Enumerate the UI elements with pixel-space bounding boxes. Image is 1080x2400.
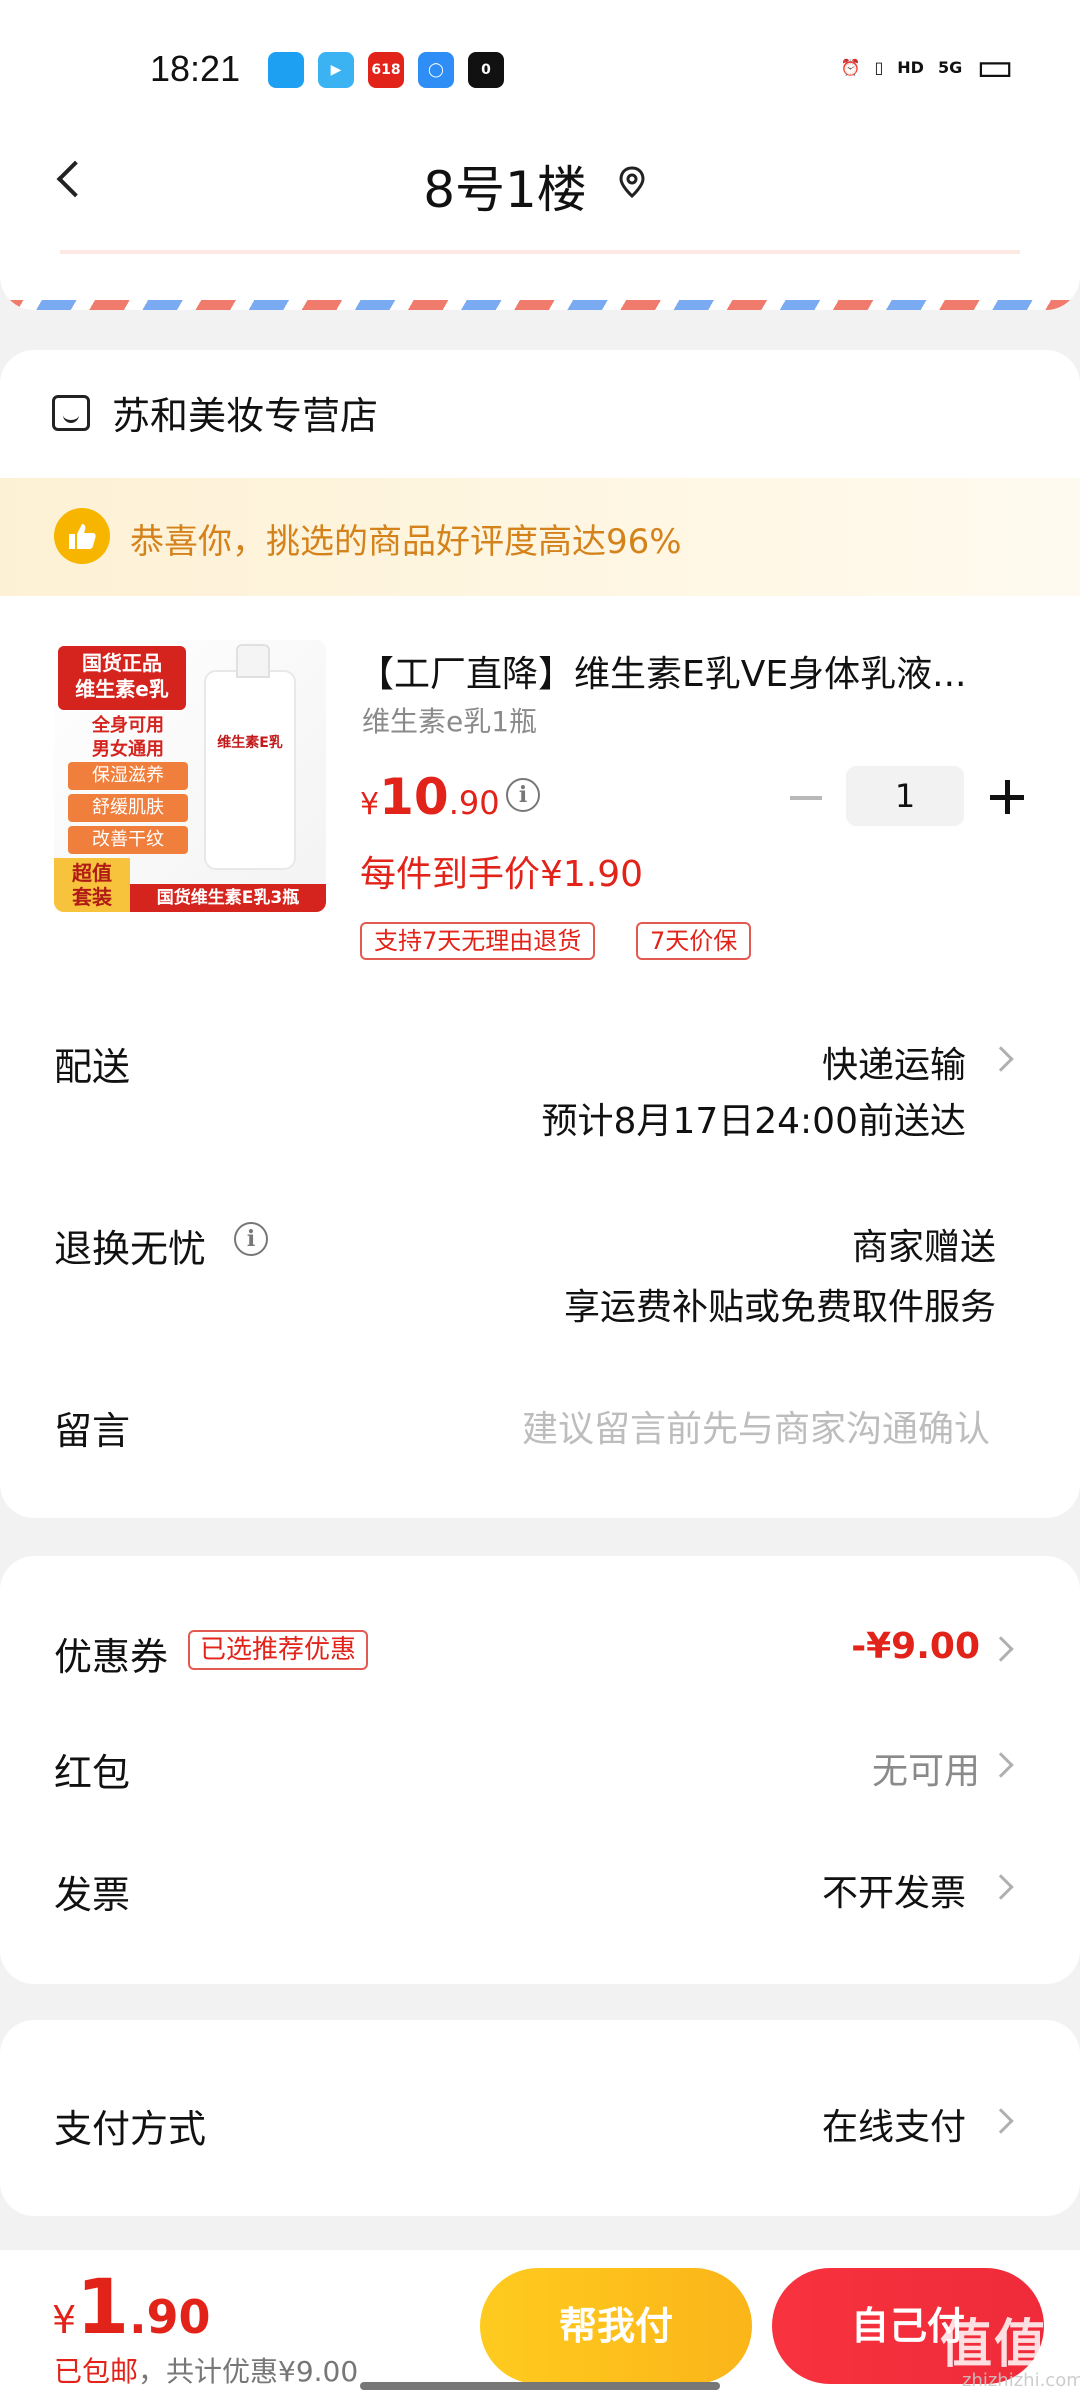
vibrate-icon: ▯ [874, 57, 884, 77]
message-input[interactable]: 建议留言前先与商家沟通确认 [522, 1400, 990, 1452]
shipping-status: 已包邮 [54, 2355, 139, 2388]
hd-icon: HD [897, 57, 924, 77]
price-protect-badge: 7天价保 [636, 922, 752, 960]
total-summary: 已包邮，共计优惠¥9.00 [54, 2350, 358, 2390]
message-label: 留言 [54, 1409, 131, 1453]
redpack-value[interactable]: 无可用 [872, 1742, 980, 1794]
notes-icon: 0 [468, 52, 504, 88]
video-icon: ▶ [318, 52, 354, 88]
product-price: ¥10.90 [360, 768, 500, 826]
product-title[interactable]: 【工厂直降】维生素E乳VE身体乳液... [358, 645, 1018, 697]
envelope-stripe [0, 300, 1080, 310]
thumbs-up-icon [54, 508, 110, 564]
payment-value[interactable]: 在线支付 [822, 2098, 966, 2150]
product-bottle: 维生素E乳 [204, 644, 296, 870]
unit-price: 每件到手价¥1.90 [360, 854, 644, 895]
delivery-label: 配送 [54, 1045, 131, 1089]
quantity-decrease-button[interactable] [790, 796, 822, 800]
price-integer: 10 [379, 768, 449, 826]
status-time: 18:21 [150, 48, 241, 89]
status-system-icons: ⏰ ▯ HD 5G ▭ [840, 44, 1014, 90]
price-currency: ¥ [360, 787, 380, 822]
total-currency: ¥ [52, 2298, 77, 2342]
alarm-icon: ⏰ [840, 57, 861, 77]
product-image-pill: 保湿滋养 [68, 762, 188, 790]
price-info-icon[interactable]: i [506, 778, 540, 812]
battery-icon: ▭ [976, 44, 1014, 90]
quantity-input[interactable]: 1 [846, 766, 964, 826]
saved-amount: ，共计优惠¥9.00 [138, 2355, 359, 2388]
page-title: 8号1楼 [423, 161, 587, 219]
redpack-label: 红包 [54, 1751, 131, 1795]
status-bar: 18:21 ▶ 618 ◯ 0 ⏰ ▯ HD 5G ▭ [0, 0, 1080, 140]
coupon-label: 优惠券 [54, 1635, 169, 1679]
address-card-bottom [0, 230, 1080, 310]
returns-desc: 享运费补贴或免费取件服务 [563, 1287, 996, 1328]
product-image-super: 超值 套装 [54, 858, 130, 912]
returns-label: 退换无忧 [54, 1227, 207, 1271]
quantity-increase-button[interactable] [990, 780, 1024, 814]
product-image-banner: 国货维生素E乳3瓶 [130, 884, 326, 912]
home-indicator[interactable] [360, 2382, 720, 2390]
product-image[interactable]: 国货正品 维生素e乳 全身可用 男女通用 保湿滋养 舒缓肌肤 改善干纹 维生素E乳 … [54, 640, 326, 912]
signal-5g-icon: 5G [937, 57, 963, 77]
address-divider [60, 250, 1020, 254]
total-integer: 1 [76, 2262, 130, 2351]
return-policy-badge: 支持7天无理由退货 [360, 922, 596, 960]
payment-label: 支付方式 [54, 2107, 207, 2151]
product-bottle-label: 维生素E乳 [217, 735, 283, 751]
invoice-label: 发票 [54, 1873, 131, 1917]
price-decimal: .90 [448, 784, 500, 822]
coupon-value[interactable]: -¥9.00 [851, 1626, 980, 1667]
product-image-pill: 改善干纹 [68, 826, 188, 854]
shop-row[interactable]: 苏和美妆专营店 [52, 385, 378, 440]
returns-info-icon[interactable]: i [234, 1222, 268, 1256]
total-price: ¥1.90 [52, 2262, 211, 2351]
product-spec[interactable]: 维生素e乳1瓶 [362, 700, 537, 740]
delivery-eta: 预计8月17日24:00前送达 [541, 1101, 966, 1142]
product-image-pill: 舒缓肌肤 [68, 794, 188, 822]
rating-banner: 恭喜你，挑选的商品好评度高达96% [0, 478, 1080, 596]
shopping-618-icon: 618 [368, 52, 404, 88]
qq-icon [268, 52, 304, 88]
total-decimal: .90 [129, 2290, 211, 2344]
location-pin-icon[interactable] [614, 164, 650, 200]
invoice-value[interactable]: 不开发票 [822, 1864, 966, 1916]
returns-value: 商家赠送 [851, 1227, 996, 1268]
shop-icon [52, 394, 90, 431]
shop-name: 苏和美妆专营店 [112, 394, 379, 438]
help-pay-button[interactable]: 帮我付 [480, 2268, 752, 2384]
status-app-icons: ▶ 618 ◯ 0 [268, 52, 504, 88]
coupon-tag: 已选推荐优惠 [188, 1630, 369, 1670]
watermark-url: zhizhizhi.com [962, 2370, 1080, 2391]
delivery-method[interactable]: 快递运输 [822, 1036, 966, 1088]
product-image-subtag: 全身可用 男女通用 [92, 715, 164, 760]
product-image-tag: 国货正品 维生素e乳 [58, 646, 186, 710]
rating-text: 恭喜你，挑选的商品好评度高达96% [130, 522, 682, 562]
browser-icon: ◯ [418, 52, 454, 88]
